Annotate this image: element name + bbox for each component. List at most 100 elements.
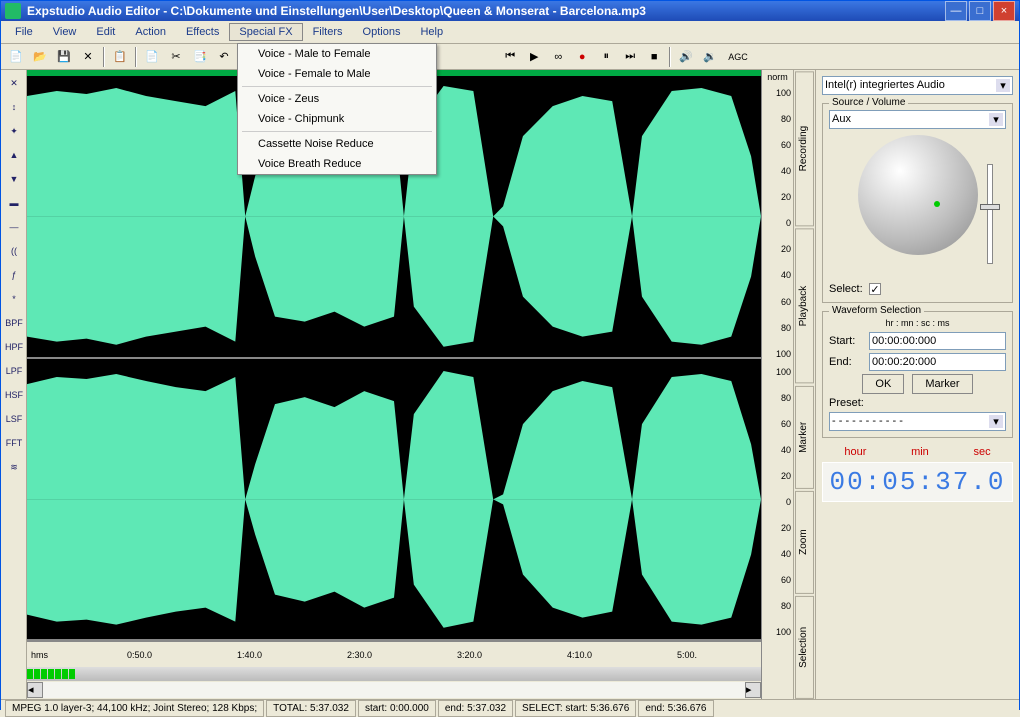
- stop-button[interactable]: ■: [643, 46, 665, 68]
- copy-button[interactable]: 📋: [109, 46, 131, 68]
- tool-*[interactable]: *: [3, 288, 25, 310]
- menu-filters[interactable]: Filters: [303, 23, 353, 41]
- tool-✦[interactable]: ✦: [3, 120, 25, 142]
- status-select: SELECT: start: 5:36.676: [515, 700, 636, 717]
- paste-button[interactable]: 📄: [141, 46, 163, 68]
- close-file-button[interactable]: ✕: [77, 46, 99, 68]
- tab-selection[interactable]: Selection: [795, 596, 814, 699]
- tool-ƒ[interactable]: ƒ: [3, 264, 25, 286]
- amplitude-ruler: norm 10080604020020406080100 10080604020…: [761, 70, 793, 699]
- copy2-button[interactable]: 📑: [189, 46, 211, 68]
- volume-slider[interactable]: [980, 164, 1000, 274]
- window-title: Expstudio Audio Editor - C:\Dokumente un…: [27, 4, 943, 18]
- agc-button[interactable]: AGC: [723, 46, 753, 68]
- scroll-left-button[interactable]: ◂: [27, 682, 43, 698]
- chevron-down-icon: ▾: [989, 113, 1003, 126]
- select-checkbox[interactable]: ✓: [869, 283, 881, 295]
- record-button[interactable]: ●: [571, 46, 593, 68]
- tool-▲[interactable]: ▲: [3, 144, 25, 166]
- ruler-tick: 60: [762, 575, 793, 585]
- scroll-right-button[interactable]: ▸: [745, 682, 761, 698]
- tool-▬[interactable]: ▬: [3, 192, 25, 214]
- tool-(([interactable]: ((: [3, 240, 25, 262]
- save-button[interactable]: 💾: [53, 46, 75, 68]
- clock-min-label: min: [911, 446, 929, 458]
- source-combo[interactable]: Aux ▾: [829, 110, 1006, 129]
- menu-item-voice-breath-reduce[interactable]: Voice Breath Reduce: [238, 154, 436, 174]
- menu-file[interactable]: File: [5, 23, 43, 41]
- ruler-tick: 40: [762, 270, 793, 280]
- horizontal-scrollbar[interactable]: ◂ ▸: [27, 681, 761, 699]
- step-button[interactable]: ⏭: [619, 46, 641, 68]
- time-tick: 1:40.0: [237, 650, 262, 660]
- tool-lsf[interactable]: LSF: [3, 408, 25, 430]
- time-tick: 5:00.: [677, 650, 697, 660]
- tool-bpf[interactable]: BPF: [3, 312, 25, 334]
- tool-hsf[interactable]: HSF: [3, 384, 25, 406]
- tool-hpf[interactable]: HPF: [3, 336, 25, 358]
- menu-view[interactable]: View: [43, 23, 87, 41]
- open-button[interactable]: 📂: [29, 46, 51, 68]
- pause-button[interactable]: ⏸: [595, 46, 617, 68]
- tool-↕[interactable]: ↕: [3, 96, 25, 118]
- tab-marker[interactable]: Marker: [795, 386, 814, 489]
- ruler-tick: 80: [762, 114, 793, 124]
- tab-zoom[interactable]: Zoom: [795, 491, 814, 594]
- menu-item-voice-chipmunk[interactable]: Voice - Chipmunk: [238, 109, 436, 129]
- speaker-icon[interactable]: 🔉: [699, 46, 721, 68]
- tool-▼[interactable]: ▼: [3, 168, 25, 190]
- minimize-button[interactable]: —: [945, 1, 967, 21]
- tool-≋[interactable]: ≋: [3, 456, 25, 478]
- start-input[interactable]: 00:00:00:000: [869, 332, 1006, 350]
- undo-button[interactable]: ↶: [213, 46, 235, 68]
- menu-item-voice-female-to-male[interactable]: Voice - Female to Male: [238, 64, 436, 84]
- ruler-tick: 20: [762, 244, 793, 254]
- cut-button[interactable]: ✂: [165, 46, 187, 68]
- tool-✕[interactable]: ✕: [3, 72, 25, 94]
- tab-recording[interactable]: Recording: [795, 71, 814, 226]
- menu-special-fx[interactable]: Special FX: [229, 23, 302, 41]
- play-button[interactable]: ▶: [523, 46, 545, 68]
- menu-edit[interactable]: Edit: [86, 23, 125, 41]
- tool-lpf[interactable]: LPF: [3, 360, 25, 382]
- device-value: Intel(r) integriertes Audio: [825, 79, 996, 92]
- menu-help[interactable]: Help: [410, 23, 453, 41]
- menu-action[interactable]: Action: [125, 23, 176, 41]
- ruler-tick: 100: [762, 627, 793, 637]
- menu-item-cassette-noise-reduce[interactable]: Cassette Noise Reduce: [238, 134, 436, 154]
- tool-fft[interactable]: FFT: [3, 432, 25, 454]
- app-icon: [5, 3, 21, 19]
- marker-button[interactable]: Marker: [912, 374, 972, 394]
- waveform-right-channel[interactable]: [27, 359, 761, 642]
- speaker-up-icon[interactable]: 🔊: [675, 46, 697, 68]
- menu-item-voice-zeus[interactable]: Voice - Zeus: [238, 89, 436, 109]
- status-format: MPEG 1.0 layer-3; 44,100 kHz; Joint Ster…: [5, 700, 264, 717]
- loop-button[interactable]: ∞: [547, 46, 569, 68]
- titlebar: Expstudio Audio Editor - C:\Dokumente un…: [1, 1, 1019, 21]
- play-start-button[interactable]: ⏮: [499, 46, 521, 68]
- volume-knob[interactable]: [858, 135, 978, 255]
- tool-—[interactable]: —: [3, 216, 25, 238]
- ruler-tick: 100: [762, 349, 793, 359]
- statusbar: MPEG 1.0 layer-3; 44,100 kHz; Joint Ster…: [1, 699, 1019, 717]
- end-input[interactable]: 00:00:20:000: [869, 353, 1006, 371]
- new-button[interactable]: 📄: [5, 46, 27, 68]
- preset-combo[interactable]: - - - - - - - - - - - ▾: [829, 412, 1006, 431]
- maximize-button[interactable]: □: [969, 1, 991, 21]
- ruler-tick: 80: [762, 323, 793, 333]
- end-label: End:: [829, 356, 865, 368]
- device-combo[interactable]: Intel(r) integriertes Audio ▾: [822, 76, 1013, 95]
- source-volume-group: Source / Volume Aux ▾ Select: ✓: [822, 103, 1013, 303]
- ruler-tick: 0: [762, 497, 793, 507]
- clock-hour-label: hour: [844, 446, 866, 458]
- time-tick: 0:50.0: [127, 650, 152, 660]
- tab-playback[interactable]: Playback: [795, 228, 814, 383]
- close-button[interactable]: ×: [993, 1, 1015, 21]
- ruler-tick: 60: [762, 140, 793, 150]
- menu-item-voice-male-to-female[interactable]: Voice - Male to Female: [238, 44, 436, 64]
- menu-separator: [242, 86, 432, 87]
- ok-button[interactable]: OK: [862, 374, 904, 394]
- menu-effects[interactable]: Effects: [176, 23, 229, 41]
- special-fx-dropdown: Voice - Male to FemaleVoice - Female to …: [237, 43, 437, 175]
- menu-options[interactable]: Options: [353, 23, 411, 41]
